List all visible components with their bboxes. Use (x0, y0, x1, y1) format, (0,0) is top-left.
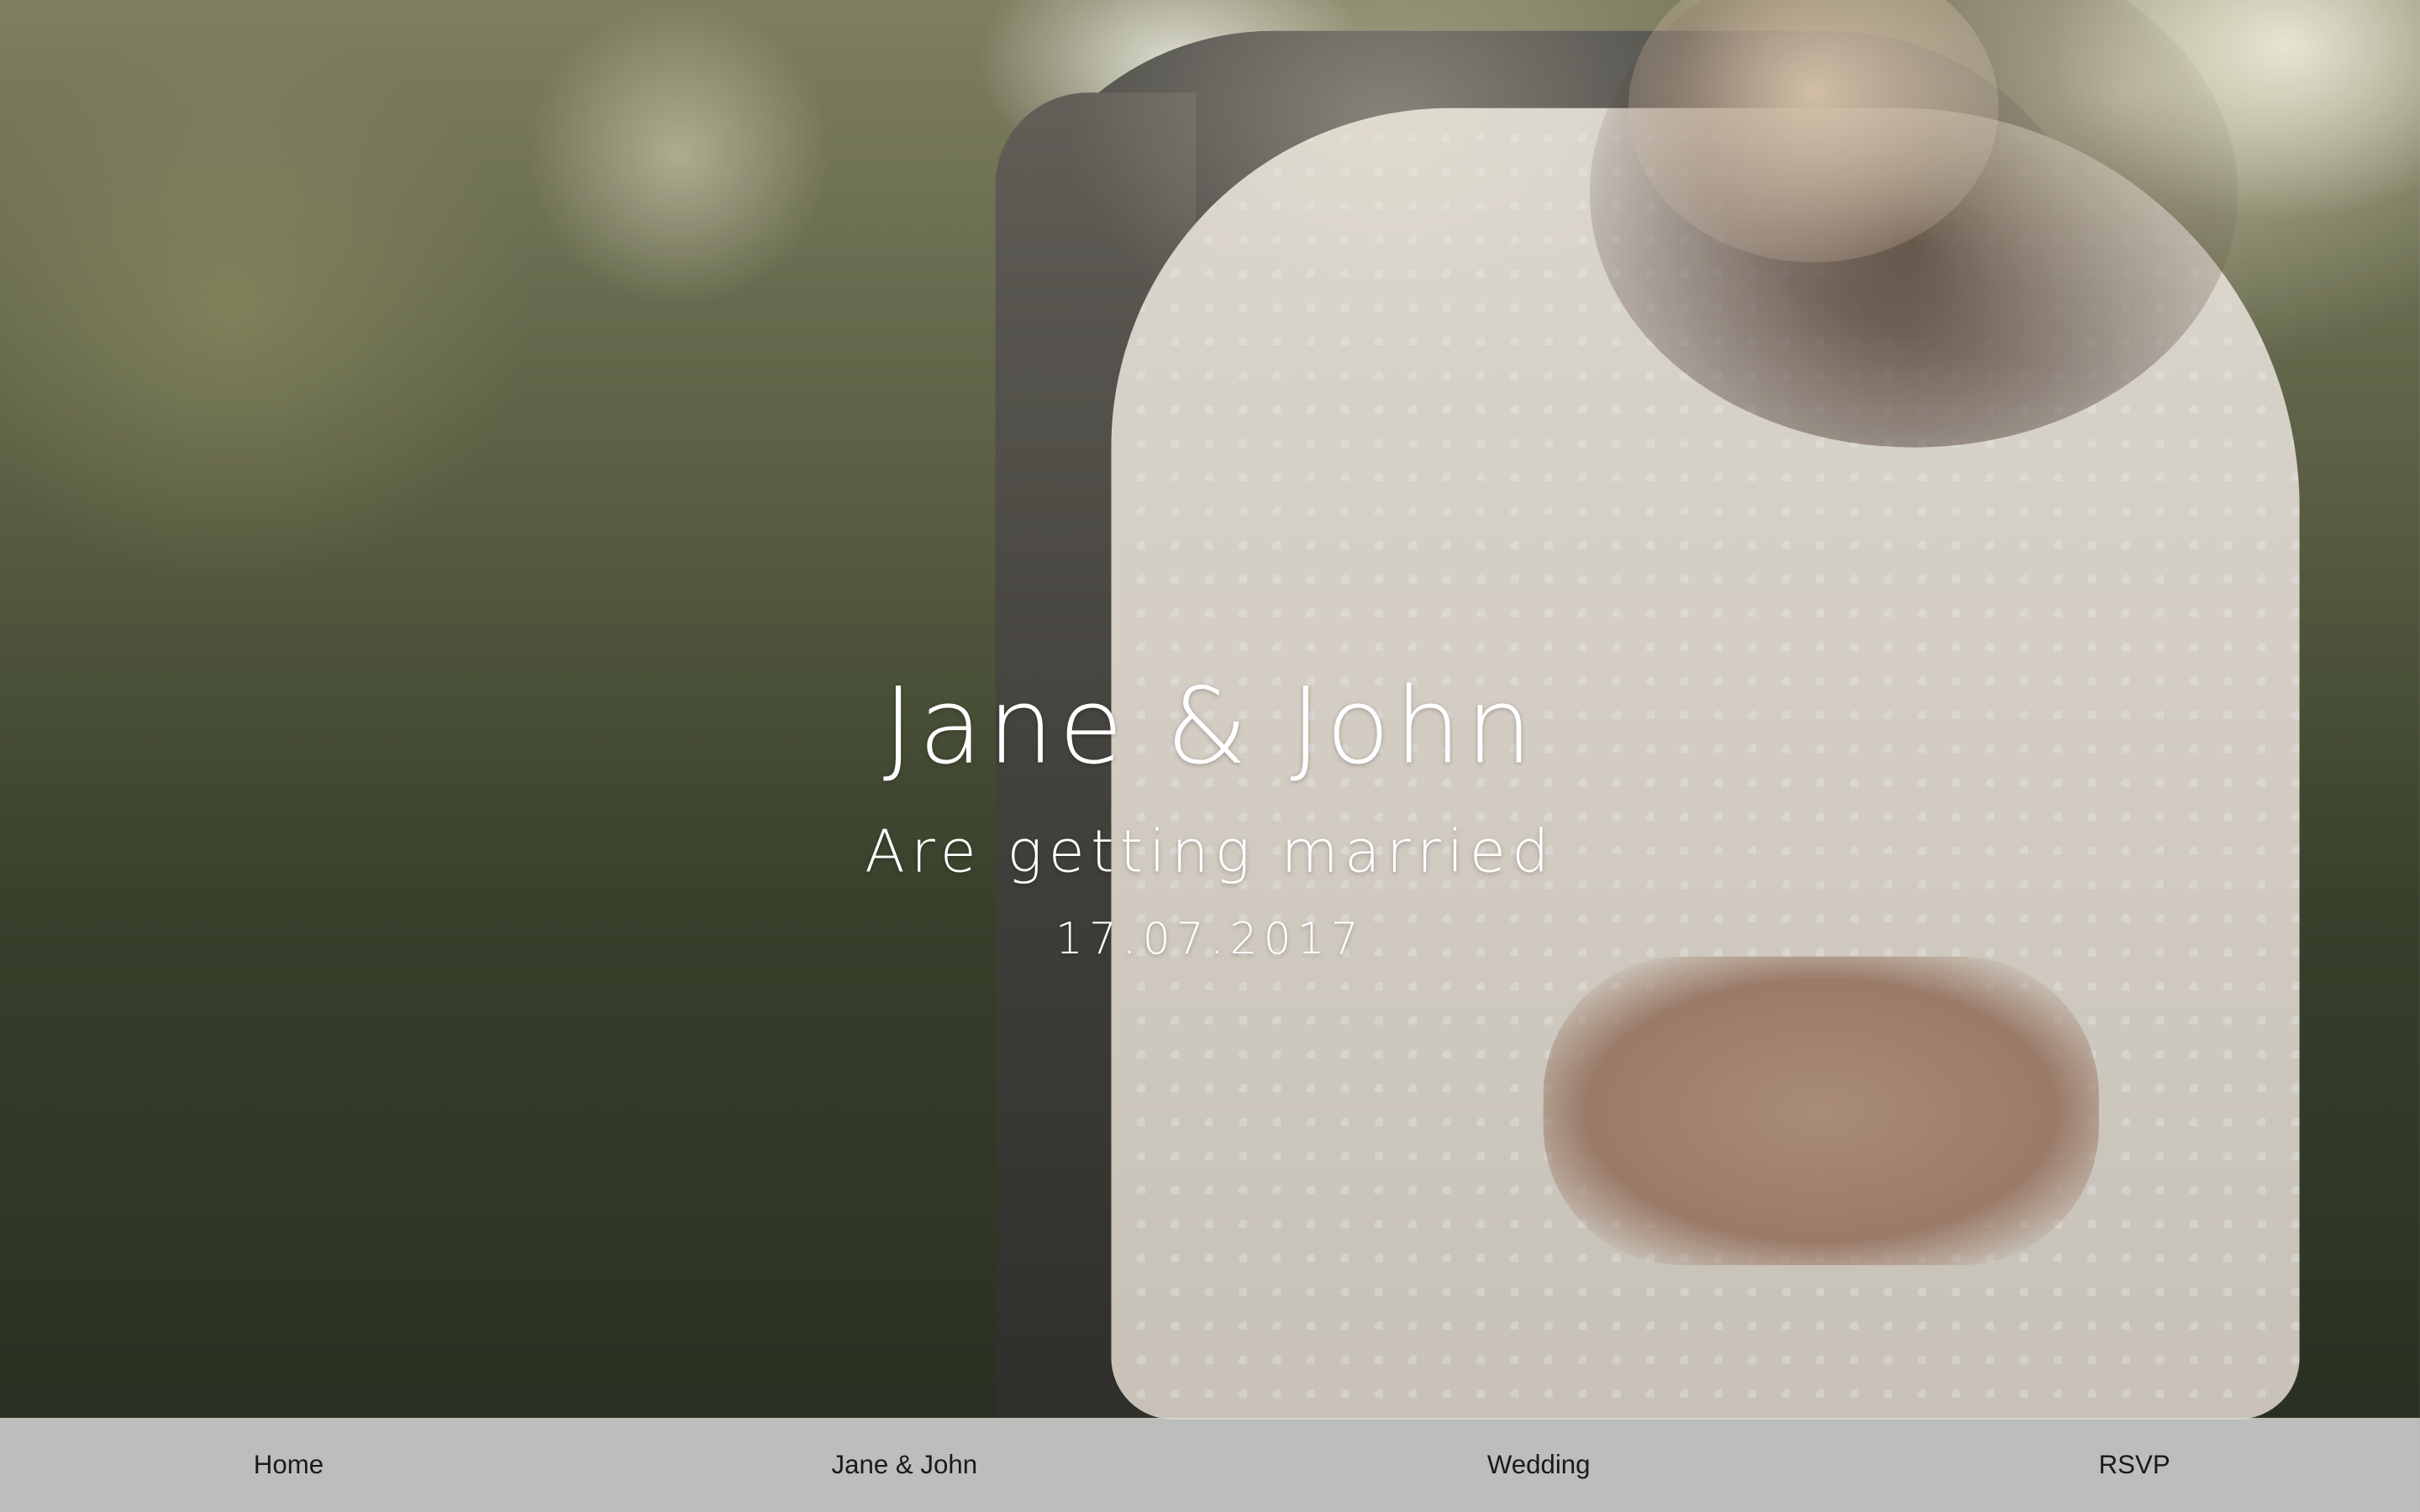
hero-title: Jane & John (882, 666, 1538, 789)
wedding-date: 17.07.2017 (1055, 913, 1365, 964)
nav-item-home[interactable]: Home (212, 1418, 366, 1512)
nav-item-jane-and-john[interactable]: Jane & John (804, 1418, 1005, 1512)
hero-subtitle: Are getting married (865, 817, 1555, 886)
bottom-navigation-bar: Home Jane & John Wedding RSVP (0, 1417, 2420, 1512)
nav-item-rsvp[interactable]: RSVP (2073, 1418, 2196, 1512)
nav-item-wedding[interactable]: Wedding (1461, 1418, 1616, 1512)
